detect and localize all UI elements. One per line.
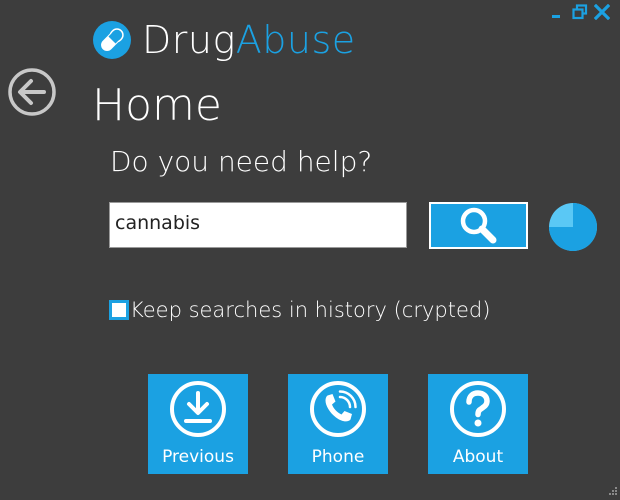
history-label: Keep searches in history (crypted) — [130, 298, 491, 322]
back-button[interactable] — [6, 66, 58, 118]
resize-grip-icon[interactable] — [606, 486, 618, 498]
minimize-icon[interactable] — [550, 4, 566, 20]
app-window: DrugAbuse Home Do you need help? Keep se… — [0, 0, 620, 500]
phone-button[interactable]: Phone — [288, 374, 388, 474]
page-title: Home — [92, 80, 222, 131]
help-question: Do you need help? — [110, 145, 373, 178]
previous-button[interactable]: Previous — [148, 374, 248, 474]
history-checkbox[interactable] — [109, 300, 129, 320]
pie-chart-icon — [549, 203, 597, 251]
about-button[interactable]: About — [428, 374, 528, 474]
search-button[interactable] — [429, 202, 528, 249]
history-option[interactable]: Keep searches in history (crypted) — [109, 296, 490, 324]
magnifier-icon — [460, 207, 496, 243]
app-header: DrugAbuse — [92, 14, 356, 66]
restore-icon[interactable] — [572, 4, 588, 20]
phone-label: Phone — [311, 447, 365, 467]
search-input[interactable] — [109, 202, 407, 248]
back-arrow-icon — [8, 68, 56, 116]
phone-icon — [310, 381, 366, 437]
window-controls — [550, 4, 610, 20]
app-title-part1: Drug — [142, 18, 236, 62]
app-title: DrugAbuse — [142, 21, 356, 59]
pill-icon — [93, 21, 131, 59]
previous-label: Previous — [162, 447, 234, 467]
close-icon[interactable] — [594, 4, 610, 20]
app-title-part2: Abuse — [235, 18, 356, 62]
download-icon — [170, 381, 226, 437]
question-icon — [450, 381, 506, 437]
about-label: About — [452, 447, 504, 467]
